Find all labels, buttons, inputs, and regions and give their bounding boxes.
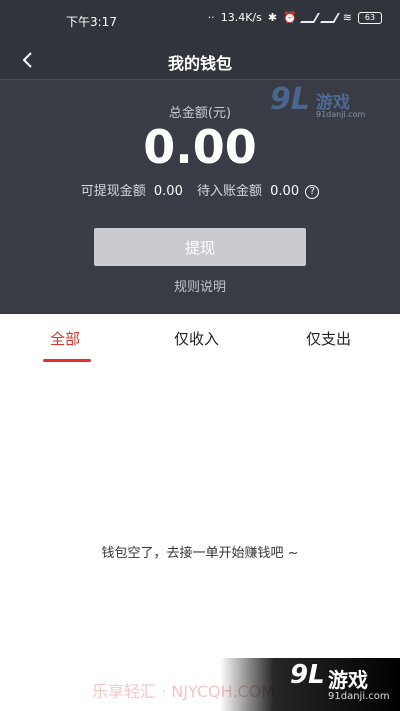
more-dots-icon: ·· [207,11,215,24]
total-amount-value: 0.00 [143,120,257,174]
question-icon[interactable]: ? [305,185,320,199]
watermark-logo-bottom: 9L 游戏 91danji.com [220,658,400,711]
status-icons: ·· 13.4K/s ✱ ⏰ ≋ 63 [208,11,382,24]
status-time: 下午3:17 [66,15,117,29]
withdraw-button[interactable]: 提现 [94,228,306,266]
rules-link[interactable]: 规则说明 [0,276,400,295]
status-bar: 下午3:17 ·· 13.4K/s ✱ ⏰ ≋ 63 [0,0,400,40]
balance-breakdown: 可提现金额 0.00 待入账金额 0.00 ? [0,180,400,199]
network-speed: 13.4K/s [220,11,262,24]
pending-value: 0.00 [270,184,300,199]
withdrawable-value: 0.00 [153,184,183,199]
page-title: 我的钱包 [167,54,232,73]
tab-all[interactable]: 全部 [50,328,80,349]
active-tab-indicator [43,359,91,362]
withdrawable-label: 可提现金额 [80,184,146,199]
battery-icon: 63 [358,11,382,24]
nav-bar: 我的钱包 [0,40,400,80]
total-amount-label: 总金额(元) [168,106,232,121]
tab-expense-only[interactable]: 仅支出 [306,328,351,349]
wifi-icon: ≋ [342,11,352,24]
signal-icon [299,12,320,23]
bluetooth-icon: ✱ [267,11,278,24]
empty-state-message: 钱包空了，去接一单开始赚钱吧 ~ [101,546,299,561]
pending-label: 待入账金额 [197,184,263,199]
alarm-icon: ⏰ [283,11,297,24]
tab-income-only[interactable]: 仅收入 [174,328,219,349]
signal-icon-2 [319,12,340,23]
wallet-header-panel: 下午3:17 ·· 13.4K/s ✱ ⏰ ≋ 63 我的钱包 9L 游戏 91… [0,0,400,314]
transaction-tabs: 全部 仅收入 仅支出 [0,314,400,366]
